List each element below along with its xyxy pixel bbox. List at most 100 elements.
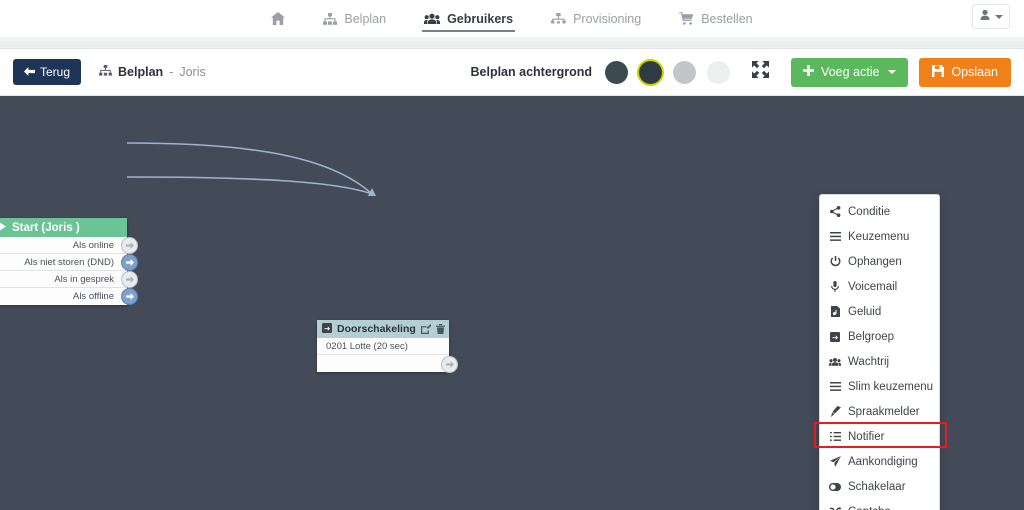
menu-item-label: Ophangen xyxy=(848,255,902,268)
menu-item-aankondiging[interactable]: Aankondiging xyxy=(820,449,939,474)
port-offline[interactable] xyxy=(121,288,138,305)
start-row-label: Als niet storen (DND) xyxy=(24,256,114,268)
background-label: Belplan achtergrond xyxy=(470,65,593,79)
start-row-label: Als offline xyxy=(72,291,114,302)
node-start[interactable]: Start (Joris ) Als online Als niet store… xyxy=(0,218,138,305)
menu-item-label: Aankondiging xyxy=(848,455,918,468)
menu-item-label: Geluid xyxy=(848,305,882,318)
menu-item-slim-keuzemenu[interactable]: Slim keuzemenu xyxy=(820,374,939,399)
node-doorschakeling[interactable]: Doorschakeling 0201 Lotte (20 sec) xyxy=(317,320,458,373)
audio-file-icon xyxy=(829,306,841,317)
start-row-label: Als in gesprek xyxy=(54,273,114,285)
menu-item-keuzemenu[interactable]: Keuzemenu xyxy=(820,224,939,249)
swatch-2[interactable] xyxy=(639,60,663,84)
users-icon xyxy=(424,13,441,25)
user-icon xyxy=(979,8,991,26)
menu-item-label: Voicemail xyxy=(848,280,898,293)
menu-item-wachtrij[interactable]: Wachtrij xyxy=(820,349,939,374)
node-start-header: Start (Joris ) xyxy=(0,218,127,237)
add-action-menu[interactable]: Conditie Keuzemenu Ophangen Voicemail Ge… xyxy=(814,194,947,510)
toolbar-right-group: Belplan achtergrond Voeg actie Opslaan xyxy=(470,57,1011,87)
save-disk-icon xyxy=(932,64,945,80)
random-icon xyxy=(829,506,841,510)
nav-item-home[interactable] xyxy=(269,0,287,37)
expand-icon xyxy=(752,61,770,83)
play-icon xyxy=(0,222,7,234)
port-doorschakeling-out[interactable] xyxy=(441,356,458,373)
back-button[interactable]: Terug xyxy=(13,59,82,85)
save-button[interactable]: Opslaan xyxy=(919,57,1011,87)
back-button-label: Terug xyxy=(40,65,71,79)
menu-item-conditie[interactable]: Conditie xyxy=(820,199,939,224)
chevron-down-icon xyxy=(888,70,897,74)
swatch-3[interactable] xyxy=(673,60,697,84)
menu-item-label: Notifier xyxy=(848,430,885,443)
background-swatches xyxy=(605,60,731,84)
microphone-icon xyxy=(829,281,841,292)
users-icon xyxy=(829,357,841,367)
node-doorschakeling-row[interactable]: 0201 Lotte (20 sec) xyxy=(317,338,449,355)
forward-icon xyxy=(322,322,332,336)
nav-item-gebruikers[interactable]: Gebruikers xyxy=(422,0,516,37)
menu-item-label: Belgroep xyxy=(848,330,895,343)
save-button-label: Opslaan xyxy=(951,65,998,79)
breadcrumb: Belplan - Joris xyxy=(99,65,206,79)
nav-label-bestellen: Bestellen xyxy=(701,11,753,26)
nav-separator-band xyxy=(0,41,1024,49)
start-row-busy[interactable]: Als in gesprek xyxy=(0,270,138,288)
add-action-button[interactable]: Voeg actie xyxy=(791,57,909,87)
menu-item-belgroep[interactable]: Belgroep xyxy=(820,324,939,349)
editor-toolbar: Terug Belplan - Joris Belplan achtergron… xyxy=(0,49,1024,96)
belgroep-icon xyxy=(829,331,841,342)
menu-item-label: Spraakmelder xyxy=(848,405,920,418)
cart-icon xyxy=(679,12,694,25)
breadcrumb-separator: - xyxy=(169,65,174,79)
bars-icon xyxy=(829,382,841,391)
chevron-down-icon xyxy=(995,14,1003,19)
node-doorschakeling-header: Doorschakeling xyxy=(317,320,449,338)
menu-item-label: Captcha xyxy=(848,506,891,510)
swatch-1[interactable] xyxy=(605,60,629,84)
user-menu-button[interactable] xyxy=(972,4,1010,29)
nav-label-belplan: Belplan xyxy=(344,11,387,26)
menu-item-label: Wachtrij xyxy=(848,355,890,368)
node-start-title: Start (Joris ) xyxy=(12,221,80,234)
menu-item-spraakmelder[interactable]: Spraakmelder xyxy=(820,399,939,424)
nav-items: Belplan Gebruikers Provisioning Bestelle… xyxy=(269,0,754,37)
menu-item-geluid[interactable]: Geluid xyxy=(820,299,939,324)
menu-item-label: Schakelaar xyxy=(848,480,906,493)
menu-item-label: Conditie xyxy=(848,205,891,218)
menu-item-notifier[interactable]: Notifier xyxy=(820,424,939,449)
flowchart-canvas[interactable]: Start (Joris ) Als online Als niet store… xyxy=(0,96,1024,510)
nav-item-bestellen[interactable]: Bestellen xyxy=(677,0,754,37)
menu-item-schakelaar[interactable]: Schakelaar xyxy=(820,474,939,499)
menu-item-label: Slim keuzemenu xyxy=(848,380,934,393)
trash-icon[interactable] xyxy=(435,324,445,334)
top-navigation-bar: Belplan Gebruikers Provisioning Bestelle… xyxy=(0,0,1024,37)
node-actions xyxy=(420,324,445,334)
bars-icon xyxy=(829,232,841,241)
start-row-offline[interactable]: Als offline xyxy=(0,288,138,305)
network-icon xyxy=(551,12,566,25)
toggle-on-icon xyxy=(829,482,841,491)
nav-label-provisioning: Provisioning xyxy=(573,11,642,26)
fullscreen-button[interactable] xyxy=(752,61,770,83)
nav-item-belplan[interactable]: Belplan xyxy=(321,0,388,37)
menu-item-captcha[interactable]: Captcha xyxy=(820,499,939,510)
start-row-dnd[interactable]: Als niet storen (DND) xyxy=(0,253,138,271)
nav-item-provisioning[interactable]: Provisioning xyxy=(549,0,643,37)
port-dnd[interactable] xyxy=(121,253,138,271)
menu-item-ophangen[interactable]: Ophangen xyxy=(820,249,939,274)
sitemap-icon xyxy=(99,65,112,79)
menu-item-voicemail[interactable]: Voicemail xyxy=(820,274,939,299)
edit-icon[interactable] xyxy=(420,324,431,334)
node-doorschakeling-title: Doorschakeling xyxy=(337,323,416,335)
port-busy[interactable] xyxy=(121,270,138,288)
swatch-4[interactable] xyxy=(707,60,731,84)
share-icon xyxy=(829,206,841,217)
add-action-label: Voeg actie xyxy=(821,65,880,79)
port-online[interactable] xyxy=(121,236,138,254)
list-ol-icon xyxy=(829,432,841,441)
start-row-online[interactable]: Als online xyxy=(0,236,138,254)
breadcrumb-main: Belplan xyxy=(118,65,164,79)
